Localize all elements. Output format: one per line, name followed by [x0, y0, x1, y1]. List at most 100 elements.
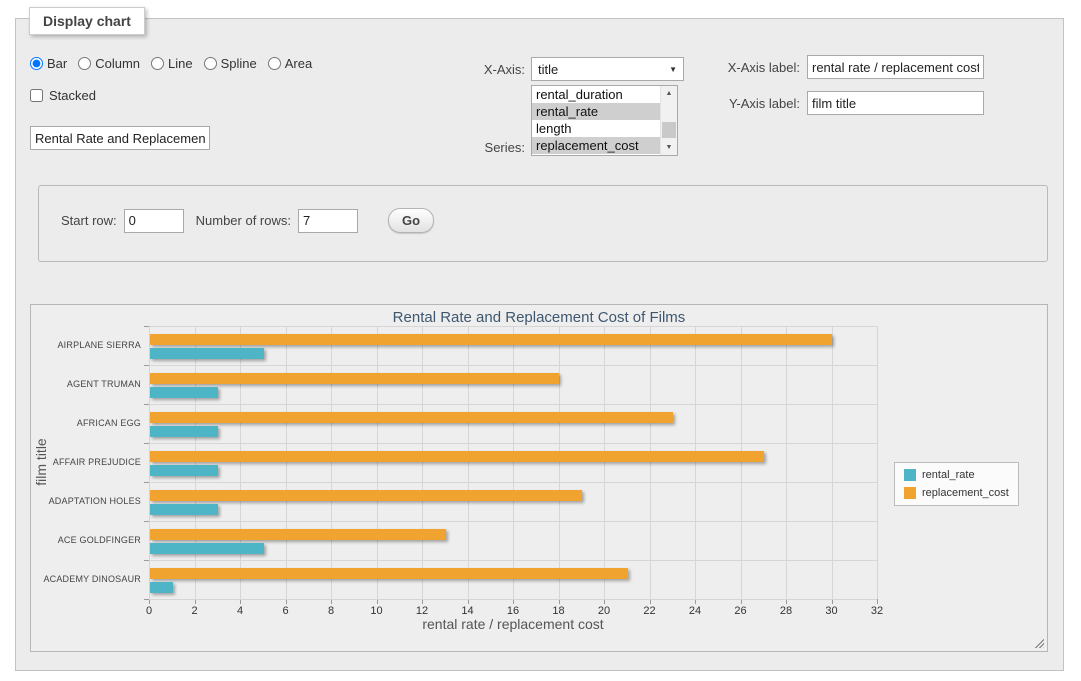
rows-panel: Start row: Number of rows: Go [38, 185, 1048, 262]
x-axis-tick [559, 600, 560, 604]
chart-type-option-spline[interactable]: Spline [204, 56, 257, 71]
series-scrollbar[interactable]: ▲ ▼ [660, 86, 677, 155]
chart-type-radio-spline[interactable] [204, 57, 217, 70]
series-option-rental_rate[interactable]: rental_rate [532, 103, 660, 120]
x-tick-label: 8 [316, 605, 346, 617]
stacked-checkbox[interactable] [30, 89, 43, 102]
x-axis-tick [286, 600, 287, 604]
chart-type-option-area[interactable]: Area [268, 56, 312, 71]
bar-replacement_cost-african-egg[interactable] [150, 412, 673, 423]
category-label: AGENT TRUMAN [33, 379, 141, 389]
x-axis-select[interactable]: title ▼ [531, 57, 684, 81]
gridline [559, 326, 560, 599]
y-axis-tick [144, 443, 149, 444]
x-axis-tick [695, 600, 696, 604]
bar-rental_rate-academy-dinosaur[interactable] [150, 582, 173, 593]
chart-x-axis-title: rental rate / replacement cost [149, 616, 877, 632]
x-tick-label: 2 [180, 605, 210, 617]
bar-rental_rate-agent-truman[interactable] [150, 387, 218, 398]
chart-title: Rental Rate and Replacement Cost of Film… [31, 309, 1047, 326]
x-axis-tick [240, 600, 241, 604]
x-tick-label: 22 [635, 605, 665, 617]
x-axis-label-label: X-Axis label: [716, 60, 800, 75]
legend-item-replacement_cost[interactable]: replacement_cost [904, 487, 1009, 499]
gridline [650, 326, 651, 599]
x-tick-label: 28 [771, 605, 801, 617]
chart-type-label: Column [95, 56, 140, 71]
y-axis-tick [144, 560, 149, 561]
legend-swatch-replacement_cost [904, 487, 916, 499]
fieldset-legend: Display chart [29, 7, 145, 35]
bar-rental_rate-airplane-sierra[interactable] [150, 348, 264, 359]
x-axis-tick [604, 600, 605, 604]
x-tick-label: 24 [680, 605, 710, 617]
gridline [604, 326, 605, 599]
chart-type-option-bar[interactable]: Bar [30, 56, 67, 71]
chart-type-radio-area[interactable] [268, 57, 281, 70]
series-label: Series: [455, 140, 525, 155]
x-tick-label: 12 [407, 605, 437, 617]
x-axis-tick [195, 600, 196, 604]
chart-type-radio-column[interactable] [78, 57, 91, 70]
bar-replacement_cost-affair-prejudice[interactable] [150, 451, 764, 462]
stacked-option[interactable]: Stacked [30, 88, 96, 103]
x-tick-label: 32 [862, 605, 892, 617]
gridline [422, 326, 423, 599]
x-axis-tick [149, 600, 150, 604]
category-label: ADAPTATION HOLES [33, 496, 141, 506]
chart-type-radio-line[interactable] [151, 57, 164, 70]
bar-rental_rate-african-egg[interactable] [150, 426, 218, 437]
x-tick-label: 18 [544, 605, 574, 617]
x-tick-label: 16 [498, 605, 528, 617]
series-option-rental_duration[interactable]: rental_duration [532, 86, 660, 103]
y-axis-label-input[interactable] [807, 91, 984, 115]
num-rows-label: Number of rows: [196, 213, 291, 228]
bar-replacement_cost-agent-truman[interactable] [150, 373, 559, 384]
bar-replacement_cost-adaptation-holes[interactable] [150, 490, 582, 501]
x-axis-label-input[interactable] [807, 55, 984, 79]
x-axis-select-label: X-Axis: [455, 62, 525, 77]
resize-grip-icon[interactable] [1033, 637, 1044, 648]
category-label: AIRPLANE SIERRA [33, 340, 141, 350]
chart-type-label: Line [168, 56, 193, 71]
y-axis-tick [144, 521, 149, 522]
legend-swatch-rental_rate [904, 469, 916, 481]
category-label: AFFAIR PREJUDICE [33, 457, 141, 467]
scroll-up-icon[interactable]: ▲ [661, 86, 677, 101]
bar-replacement_cost-ace-goldfinger[interactable] [150, 529, 446, 540]
start-row-input[interactable] [124, 209, 184, 233]
series-listbox[interactable]: rental_durationrental_ratelengthreplacem… [531, 85, 678, 156]
chart-title-input[interactable] [30, 126, 210, 150]
x-tick-label: 6 [271, 605, 301, 617]
gridline [877, 326, 878, 599]
series-options: rental_durationrental_ratelengthreplacem… [532, 86, 660, 155]
legend-item-rental_rate[interactable]: rental_rate [904, 469, 1009, 481]
bar-replacement_cost-airplane-sierra[interactable] [150, 334, 832, 345]
chart-type-option-line[interactable]: Line [151, 56, 193, 71]
scroll-down-icon[interactable]: ▼ [661, 140, 677, 155]
bar-rental_rate-affair-prejudice[interactable] [150, 465, 218, 476]
bar-rental_rate-ace-goldfinger[interactable] [150, 543, 264, 554]
y-axis-tick [144, 482, 149, 483]
x-axis-tick [513, 600, 514, 604]
gridline [741, 326, 742, 599]
chart-type-option-column[interactable]: Column [78, 56, 140, 71]
y-axis-label-label: Y-Axis label: [716, 96, 800, 111]
x-axis-tick [650, 600, 651, 604]
chart-type-radio-bar[interactable] [30, 57, 43, 70]
chart-legend: rental_rate replacement_cost [894, 462, 1019, 506]
gridline [195, 326, 196, 599]
bar-replacement_cost-academy-dinosaur[interactable] [150, 568, 628, 579]
go-button[interactable]: Go [388, 208, 434, 233]
gridline [513, 326, 514, 599]
num-rows-input[interactable] [298, 209, 358, 233]
page: Display chart Bar Column Line Spline Area St… [0, 0, 1081, 681]
series-option-replacement_cost[interactable]: replacement_cost [532, 137, 660, 154]
chart-type-label: Bar [47, 56, 67, 71]
category-label: ACE GOLDFINGER [33, 535, 141, 545]
bar-rental_rate-adaptation-holes[interactable] [150, 504, 218, 515]
x-tick-label: 14 [453, 605, 483, 617]
scrollbar-thumb[interactable] [662, 122, 676, 138]
series-option-length[interactable]: length [532, 120, 660, 137]
chart-container: Rental Rate and Replacement Cost of Film… [30, 304, 1048, 652]
